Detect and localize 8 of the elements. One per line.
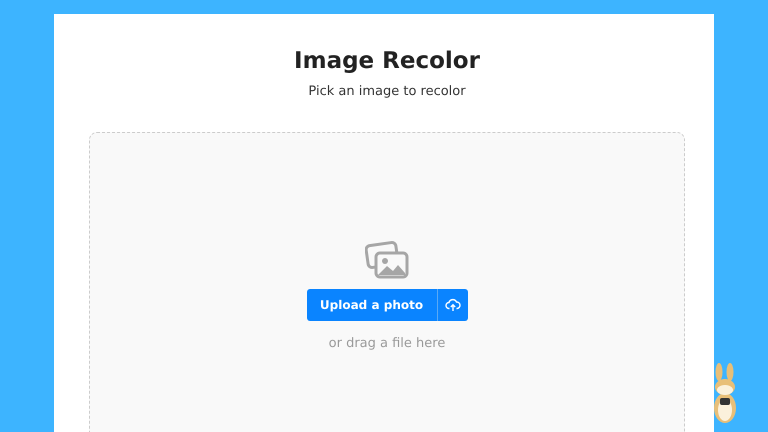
dropzone[interactable]: Upload a photo or drag a file here — [89, 132, 685, 432]
page-title: Image Recolor — [294, 48, 480, 74]
images-icon — [365, 241, 409, 279]
page-subtitle: Pick an image to recolor — [308, 84, 466, 99]
cloud-upload-icon — [444, 298, 460, 312]
drag-hint: or drag a file here — [328, 336, 446, 351]
cloud-upload-button[interactable] — [436, 289, 468, 321]
upload-button[interactable]: Upload a photo — [306, 289, 436, 321]
